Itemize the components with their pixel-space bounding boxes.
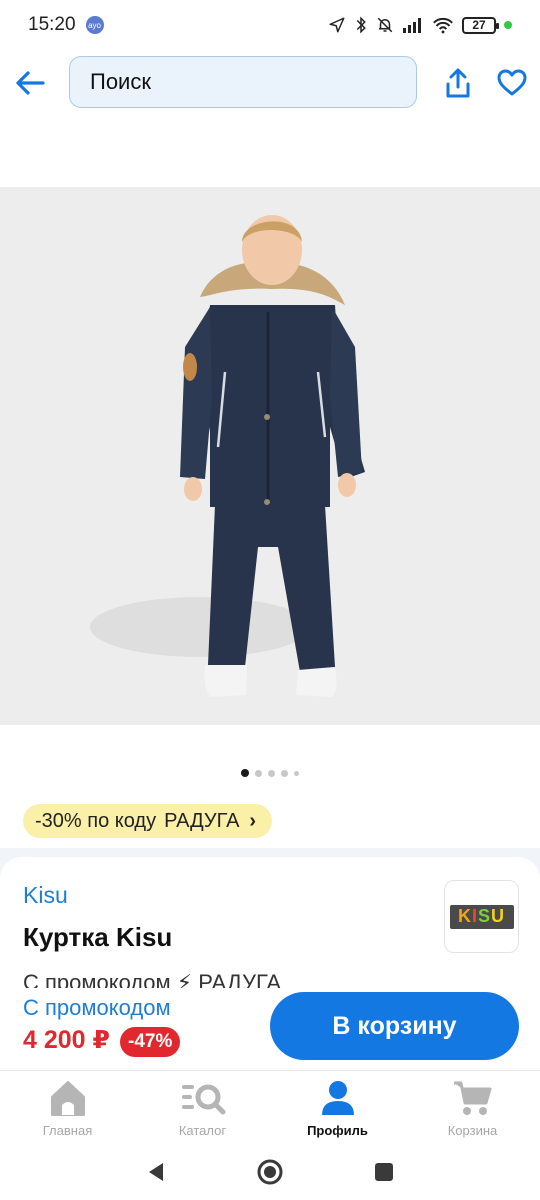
search-input-text: Поиск: [90, 69, 151, 94]
add-to-cart-button[interactable]: В корзину: [270, 992, 519, 1060]
bottom-nav: Главная Каталог Профиль Корзина: [0, 1070, 540, 1144]
kisu-logo-icon: KISU: [449, 904, 514, 929]
share-button[interactable]: [436, 61, 480, 105]
promo-code: РАДУГА: [164, 809, 240, 832]
nav-item-profile[interactable]: Профиль: [270, 1071, 405, 1144]
promo-price-label: С промокодом: [23, 995, 171, 1020]
nav-label-home: Главная: [42, 1123, 93, 1138]
status-bar: 15:20 ayo 27: [0, 0, 540, 50]
status-time: 15:20: [28, 14, 76, 35]
profile-icon: [321, 1081, 354, 1115]
gallery-dot[interactable]: [281, 769, 288, 777]
location-arrow-icon: [329, 17, 345, 33]
nav-label-profile: Профиль: [307, 1123, 368, 1138]
system-recents-icon[interactable]: [373, 1161, 395, 1183]
promo-code-pill[interactable]: -30% по коду РАДУГА ›: [23, 804, 273, 838]
nav-label-catalog: Каталог: [178, 1123, 227, 1138]
chevron-right-icon: ›: [249, 809, 257, 832]
battery-indicator: 27: [462, 16, 499, 34]
nav-item-catalog[interactable]: Каталог: [135, 1071, 270, 1144]
home-icon: [50, 1081, 85, 1116]
system-home-icon[interactable]: [256, 1158, 284, 1186]
product-title: Куртка Kisu: [23, 922, 173, 952]
system-back-icon[interactable]: [145, 1160, 167, 1184]
favorite-button[interactable]: [490, 61, 534, 105]
top-bar: Поиск: [0, 55, 540, 111]
nav-item-cart[interactable]: Корзина: [405, 1071, 540, 1144]
search-input[interactable]: Поиск: [69, 56, 417, 108]
wifi-icon: [433, 17, 453, 33]
gallery-dot[interactable]: [294, 770, 299, 776]
nav-label-cart: Корзина: [447, 1123, 498, 1138]
privacy-dot-icon: [504, 21, 512, 29]
nav-item-home[interactable]: Главная: [0, 1071, 135, 1144]
product-image: [0, 187, 540, 725]
product-photo[interactable]: [0, 187, 540, 725]
back-arrow-icon: [16, 71, 45, 95]
gallery-dot-active[interactable]: [241, 769, 249, 777]
promo-text: -30% по коду: [35, 809, 157, 832]
back-button[interactable]: [0, 55, 60, 111]
brand-logo[interactable]: KISU: [444, 880, 519, 953]
system-navigation-bar: [0, 1144, 540, 1200]
gallery-dots: [0, 769, 540, 777]
discount-badge: -47%: [120, 1027, 181, 1057]
signal-icon: [403, 18, 421, 33]
status-icons: 27: [328, 16, 512, 34]
share-icon: [446, 68, 470, 98]
catalog-search-icon: [181, 1084, 225, 1115]
bluetooth-icon: [356, 16, 366, 34]
brand-link[interactable]: Kisu: [23, 882, 68, 909]
gallery-dot[interactable]: [255, 769, 262, 777]
promo-partial-text: С промокодом ⚡ РАДУГА: [23, 970, 282, 988]
cart-icon: [453, 1081, 491, 1115]
heart-icon: [497, 69, 527, 96]
price: 4 200 ₽: [23, 1026, 110, 1054]
promo-partial-line: С промокодом ⚡ РАДУГА: [23, 966, 343, 988]
mute-bell-icon: [377, 17, 393, 33]
notification-badge-icon: ayo: [85, 16, 104, 34]
gallery-dot[interactable]: [268, 769, 275, 777]
